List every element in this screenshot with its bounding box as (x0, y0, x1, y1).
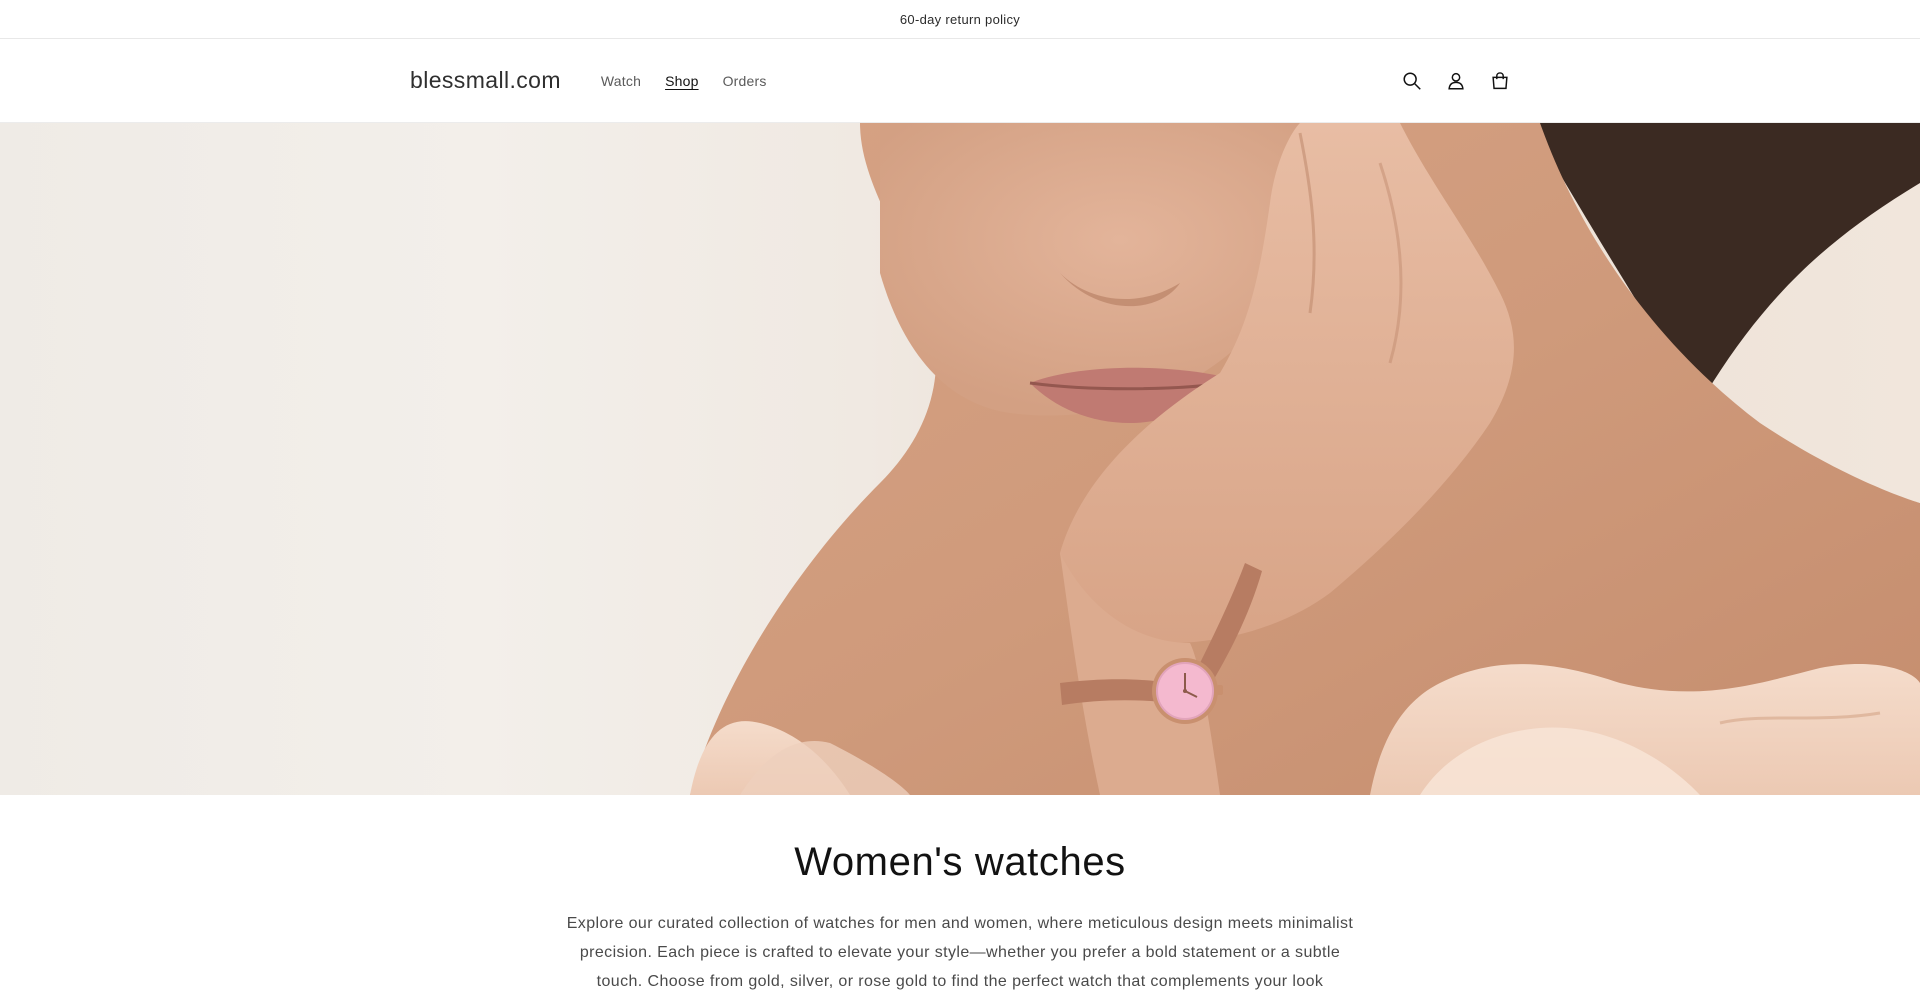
account-icon (1448, 72, 1464, 90)
nav-link-orders[interactable]: Orders (713, 67, 777, 95)
cart-button[interactable] (1482, 63, 1518, 99)
hero-image (690, 123, 1920, 795)
collection-description: Explore our curated collection of watche… (566, 915, 1354, 990)
hero-banner (0, 123, 1920, 795)
search-button[interactable] (1394, 63, 1430, 99)
main-nav: Watch Shop Orders (591, 67, 777, 95)
announcement-bar: 60-day return policy (0, 0, 1920, 39)
header-icons (1394, 63, 1518, 99)
search-icon (1403, 71, 1421, 90)
header-inner: blessmall.com Watch Shop Orders (410, 39, 1510, 122)
announcement-text: 60-day return policy (899, 11, 1021, 27)
account-button[interactable] (1438, 63, 1474, 99)
cart-icon (1492, 71, 1508, 89)
collection-intro: Women's watches Explore our curated coll… (0, 795, 1920, 993)
site-logo[interactable]: blessmall.com (410, 67, 561, 94)
site-header: blessmall.com Watch Shop Orders (0, 39, 1920, 123)
nav-link-watch[interactable]: Watch (591, 67, 651, 95)
collection-title: Women's watches (794, 840, 1126, 884)
nav-link-shop[interactable]: Shop (655, 67, 709, 95)
